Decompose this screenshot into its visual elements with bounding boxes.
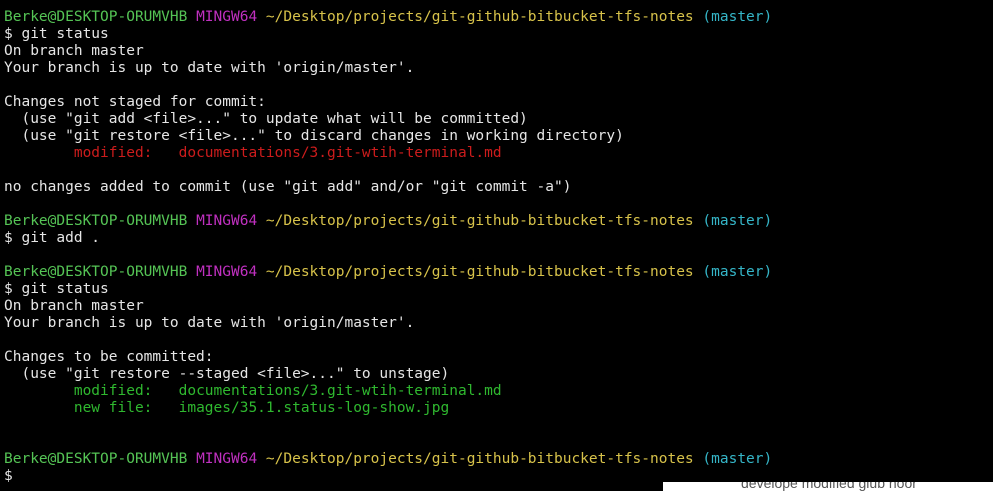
terminal-output: Berke@DESKTOP-ORUMVHB MINGW64 ~/Desktop/… xyxy=(4,9,993,485)
prompt-path: ~/Desktop/projects/git-github-bitbucket-… xyxy=(265,451,694,467)
prompt-user-host: Berke@DESKTOP-ORUMVHB xyxy=(4,264,188,280)
output-to-be-committed-header: Changes to be committed: xyxy=(4,349,214,365)
background-window-edge: develope modified glub noor xyxy=(663,482,993,491)
prompt-path: ~/Desktop/projects/git-github-bitbucket-… xyxy=(265,213,694,229)
prompt-path: ~/Desktop/projects/git-github-bitbucket-… xyxy=(265,264,694,280)
prompt-branch: (master) xyxy=(702,9,773,25)
background-window-text: develope modified glub noor xyxy=(741,482,917,491)
prompt-line-2: Berke@DESKTOP-ORUMVHB MINGW64 ~/Desktop/… xyxy=(4,213,993,230)
modified-file: documentations/3.git-wtih-terminal.md xyxy=(178,145,502,161)
new-file-label: new file: xyxy=(4,400,179,416)
prompt-branch: (master) xyxy=(702,451,773,467)
command-git-add: $ git add . xyxy=(4,230,101,246)
output-up-to-date-1: Your branch is up to date with 'origin/m… xyxy=(4,60,415,76)
output-hint-restore: (use "git restore <file>..." to discard … xyxy=(4,128,624,144)
prompt-path: ~/Desktop/projects/git-github-bitbucket-… xyxy=(265,9,694,25)
prompt-system: MINGW64 xyxy=(196,213,258,229)
prompt-dollar: $ xyxy=(4,468,13,484)
modified-label: modified: xyxy=(4,145,179,161)
output-not-staged-header: Changes not staged for commit: xyxy=(4,94,266,110)
terminal-window[interactable]: Berke@DESKTOP-ORUMVHB MINGW64 ~/Desktop/… xyxy=(0,0,993,491)
command-git-status-2: $ git status xyxy=(4,281,109,297)
output-hint-unstage: (use "git restore --staged <file>..." to… xyxy=(4,366,450,382)
prompt-system: MINGW64 xyxy=(196,264,258,280)
prompt-branch: (master) xyxy=(702,264,773,280)
prompt-user-host: Berke@DESKTOP-ORUMVHB xyxy=(4,451,188,467)
output-up-to-date-2: Your branch is up to date with 'origin/m… xyxy=(4,315,415,331)
prompt-branch: (master) xyxy=(702,213,773,229)
modified-label: modified: xyxy=(4,383,179,399)
prompt-system: MINGW64 xyxy=(196,451,258,467)
prompt-system: MINGW64 xyxy=(196,9,258,25)
output-no-changes: no changes added to commit (use "git add… xyxy=(4,179,572,195)
output-hint-add: (use "git add <file>..." to update what … xyxy=(4,111,528,127)
output-on-branch-1: On branch master xyxy=(4,43,144,59)
prompt-line-3: Berke@DESKTOP-ORUMVHB MINGW64 ~/Desktop/… xyxy=(4,264,993,281)
output-modified-staged: modified: documentations/3.git-wtih-term… xyxy=(4,383,993,400)
prompt-user-host: Berke@DESKTOP-ORUMVHB xyxy=(4,213,188,229)
prompt-user-host: Berke@DESKTOP-ORUMVHB xyxy=(4,9,188,25)
prompt-line-1: Berke@DESKTOP-ORUMVHB MINGW64 ~/Desktop/… xyxy=(4,9,993,26)
modified-file: documentations/3.git-wtih-terminal.md xyxy=(178,383,502,399)
output-modified-unstaged: modified: documentations/3.git-wtih-term… xyxy=(4,145,993,162)
prompt-line-4: Berke@DESKTOP-ORUMVHB MINGW64 ~/Desktop/… xyxy=(4,451,993,468)
output-on-branch-2: On branch master xyxy=(4,298,144,314)
command-git-status-1: $ git status xyxy=(4,26,109,42)
output-new-file-staged: new file: images/35.1.status-log-show.jp… xyxy=(4,400,993,417)
new-file-name: images/35.1.status-log-show.jpg xyxy=(178,400,450,416)
